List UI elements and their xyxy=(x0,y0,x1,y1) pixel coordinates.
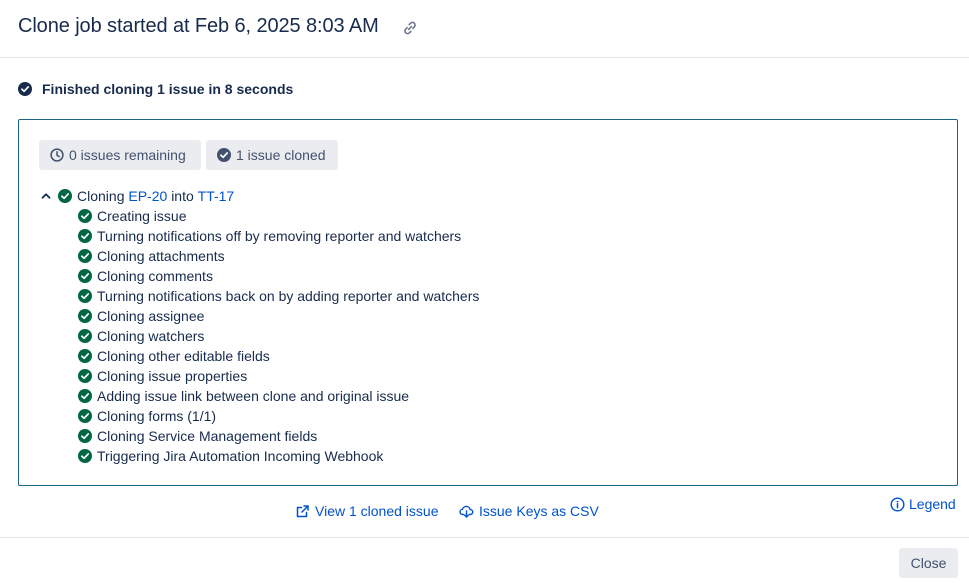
clone-step-item: Creating issue xyxy=(78,206,479,226)
check-circle-icon xyxy=(78,229,92,243)
view-cloned-issue-link[interactable]: View 1 cloned issue xyxy=(295,501,438,521)
view-cloned-issue-label: View 1 cloned issue xyxy=(315,503,439,519)
check-circle-icon xyxy=(78,209,92,223)
clone-tree-root: Cloning EP-20 into TT-17 xyxy=(39,186,234,206)
dialog-header: Clone job started at Feb 6, 2025 8:03 AM xyxy=(0,0,969,58)
clone-step-item: Cloning forms (1/1) xyxy=(78,406,479,426)
clock-icon xyxy=(50,148,64,162)
clone-step-item: Triggering Jira Automation Incoming Webh… xyxy=(78,446,479,466)
check-circle-icon xyxy=(217,148,231,162)
check-circle-icon xyxy=(78,409,92,423)
clone-step-item: Cloning comments xyxy=(78,266,479,286)
summary-text: Finished cloning 1 issue in 8 seconds xyxy=(42,81,294,97)
issues-remaining-badge: 0 issues remaining xyxy=(39,140,201,170)
clone-step-item: Cloning issue properties xyxy=(78,366,479,386)
check-circle-icon xyxy=(78,289,92,303)
check-circle-icon xyxy=(78,429,92,443)
clone-step-item: Cloning Service Management fields xyxy=(78,426,479,446)
clone-step-item: Cloning watchers xyxy=(78,326,479,346)
clone-step-label: Triggering Jira Automation Incoming Webh… xyxy=(97,448,384,464)
clone-step-item: Turning notifications off by removing re… xyxy=(78,226,479,246)
clone-steps-list: Creating issue Turning notifications off … xyxy=(78,206,479,466)
check-circle-icon xyxy=(58,189,72,203)
clone-step-label: Adding issue link between clone and orig… xyxy=(97,388,410,404)
clone-step-label: Cloning assignee xyxy=(97,308,205,324)
check-circle-icon xyxy=(18,82,32,96)
check-circle-icon xyxy=(78,309,92,323)
clone-step-label: Creating issue xyxy=(97,208,187,224)
clone-step-label: Cloning comments xyxy=(97,268,213,284)
legend-label: Legend xyxy=(909,496,956,512)
info-icon xyxy=(890,496,905,512)
summary-status: Finished cloning 1 issue in 8 seconds xyxy=(18,80,293,98)
link-icon[interactable] xyxy=(401,19,419,37)
clone-step-item: Cloning attachments xyxy=(78,246,479,266)
issue-keys-csv-label: Issue Keys as CSV xyxy=(479,503,599,519)
clone-step-label: Cloning watchers xyxy=(97,328,205,344)
clone-step-item: Turning notifications back on by adding … xyxy=(78,286,479,306)
issues-cloned-badge: 1 issue cloned xyxy=(206,140,338,170)
check-circle-icon xyxy=(78,269,92,283)
clone-step-label: Cloning forms (1/1) xyxy=(97,408,217,424)
check-circle-icon xyxy=(78,349,92,363)
issues-remaining-label: 0 issues remaining xyxy=(69,147,186,163)
external-link-icon xyxy=(296,504,309,517)
check-circle-icon xyxy=(78,369,92,383)
clone-prefix: Cloning xyxy=(77,188,125,204)
clone-step-item: Cloning other editable fields xyxy=(78,346,479,366)
target-issue-link[interactable]: TT-17 xyxy=(198,188,235,204)
clone-step-label: Turning notifications off by removing re… xyxy=(97,228,462,244)
check-circle-icon xyxy=(78,449,92,463)
issues-cloned-label: 1 issue cloned xyxy=(236,147,326,163)
clone-step-label: Cloning attachments xyxy=(97,248,225,264)
page-title: Clone job started at Feb 6, 2025 8:03 AM xyxy=(18,15,379,37)
clone-step-label: Cloning issue properties xyxy=(97,368,248,384)
issue-keys-csv-link[interactable]: Issue Keys as CSV xyxy=(459,501,599,521)
check-circle-icon xyxy=(78,249,92,263)
clone-step-item: Adding issue link between clone and orig… xyxy=(78,386,479,406)
check-circle-icon xyxy=(78,389,92,403)
check-circle-icon xyxy=(78,329,92,343)
clone-progress-panel: 0 issues remaining 1 issue cloned Clonin… xyxy=(18,119,958,486)
footer-divider xyxy=(0,537,969,538)
clone-step-label: Cloning other editable fields xyxy=(97,348,270,364)
legend-link[interactable]: Legend xyxy=(890,494,956,514)
clone-step-item: Cloning assignee xyxy=(78,306,479,326)
clone-step-label: Turning notifications back on by adding … xyxy=(97,288,480,304)
chevron-up-icon[interactable] xyxy=(39,189,53,203)
clone-into-text: into xyxy=(171,188,194,204)
close-button[interactable]: Close xyxy=(899,548,958,578)
cloud-download-icon xyxy=(459,505,474,518)
clone-step-label: Cloning Service Management fields xyxy=(97,428,318,444)
source-issue-link[interactable]: EP-20 xyxy=(128,188,167,204)
